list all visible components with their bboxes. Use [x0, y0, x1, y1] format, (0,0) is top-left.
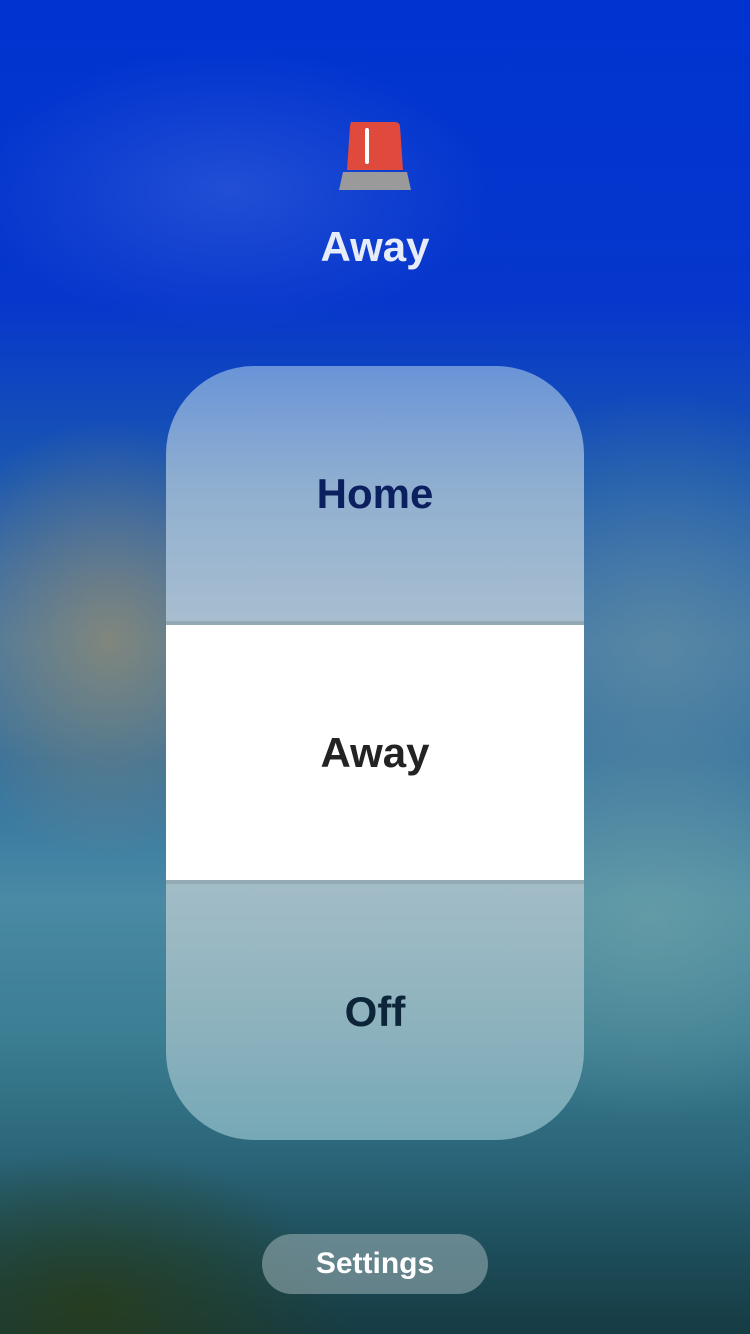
current-mode-title: Away [320, 223, 430, 270]
settings-button[interactable]: Settings [262, 1234, 488, 1294]
mode-option-home[interactable]: Home [166, 366, 584, 621]
mode-option-away[interactable]: Away [166, 625, 584, 880]
mode-selector: Home Away Off [166, 366, 584, 1140]
mode-option-off[interactable]: Off [166, 884, 584, 1140]
siren-icon [339, 122, 411, 190]
